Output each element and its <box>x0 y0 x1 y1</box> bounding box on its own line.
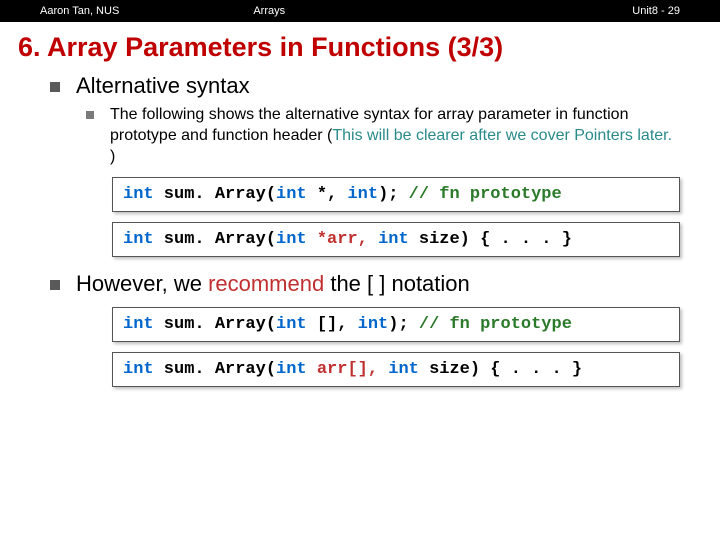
bullet-recommend: However, we recommend the [ ] notation i… <box>50 271 680 387</box>
txt: size) { . . . } <box>409 230 572 249</box>
param: arr[], <box>307 360 389 379</box>
kw: int <box>388 360 419 379</box>
bullet-alternative-syntax: Alternative syntax The following shows t… <box>50 73 680 257</box>
txt: sum. Array( <box>154 230 276 249</box>
sub-bullet-explain: The following shows the alternative synt… <box>86 105 680 167</box>
slide-title: 6. Array Parameters in Functions (3/3) <box>18 32 702 63</box>
code-prototype-star: int sum. Array(int *, int); // fn protot… <box>112 177 680 212</box>
header-topic: Arrays <box>253 5 466 17</box>
code-header-star: int sum. Array(int *arr, int size) { . .… <box>112 222 680 257</box>
header-unit: Unit8 - 29 <box>467 5 680 17</box>
kw: int <box>123 315 154 334</box>
slide-header: Aaron Tan, NUS Arrays Unit8 - 29 <box>0 0 720 22</box>
txt: *, <box>307 185 348 204</box>
bullet-text: Alternative syntax <box>76 73 250 98</box>
kw: int <box>276 185 307 204</box>
param: *arr, <box>307 230 378 249</box>
hint-text: This will be clearer after we cover Poin… <box>332 127 672 144</box>
kw: int <box>347 185 378 204</box>
kw: int <box>123 185 154 204</box>
txt: ); <box>388 315 419 334</box>
comment: // fn prototype <box>419 315 572 334</box>
code-prototype-bracket: int sum. Array(int [], int); // fn proto… <box>112 307 680 342</box>
txt: [], <box>307 315 358 334</box>
text-post: ) <box>110 148 115 165</box>
kw: int <box>276 360 307 379</box>
kw: int <box>123 360 154 379</box>
txt: sum. Array( <box>154 315 276 334</box>
txt: ); <box>378 185 409 204</box>
comment: // fn prototype <box>409 185 562 204</box>
kw: int <box>358 315 389 334</box>
txt: sum. Array( <box>154 185 276 204</box>
txt: size) { . . . } <box>419 360 582 379</box>
kw: int <box>123 230 154 249</box>
kw: int <box>276 315 307 334</box>
header-author: Aaron Tan, NUS <box>40 5 253 17</box>
kw: int <box>276 230 307 249</box>
text-em: recommend <box>208 271 324 296</box>
kw: int <box>378 230 409 249</box>
text-pre: However, we <box>76 271 208 296</box>
text-post: the [ ] notation <box>324 271 470 296</box>
code-header-bracket: int sum. Array(int arr[], int size) { . … <box>112 352 680 387</box>
slide-content: Alternative syntax The following shows t… <box>0 73 720 387</box>
txt: sum. Array( <box>154 360 276 379</box>
